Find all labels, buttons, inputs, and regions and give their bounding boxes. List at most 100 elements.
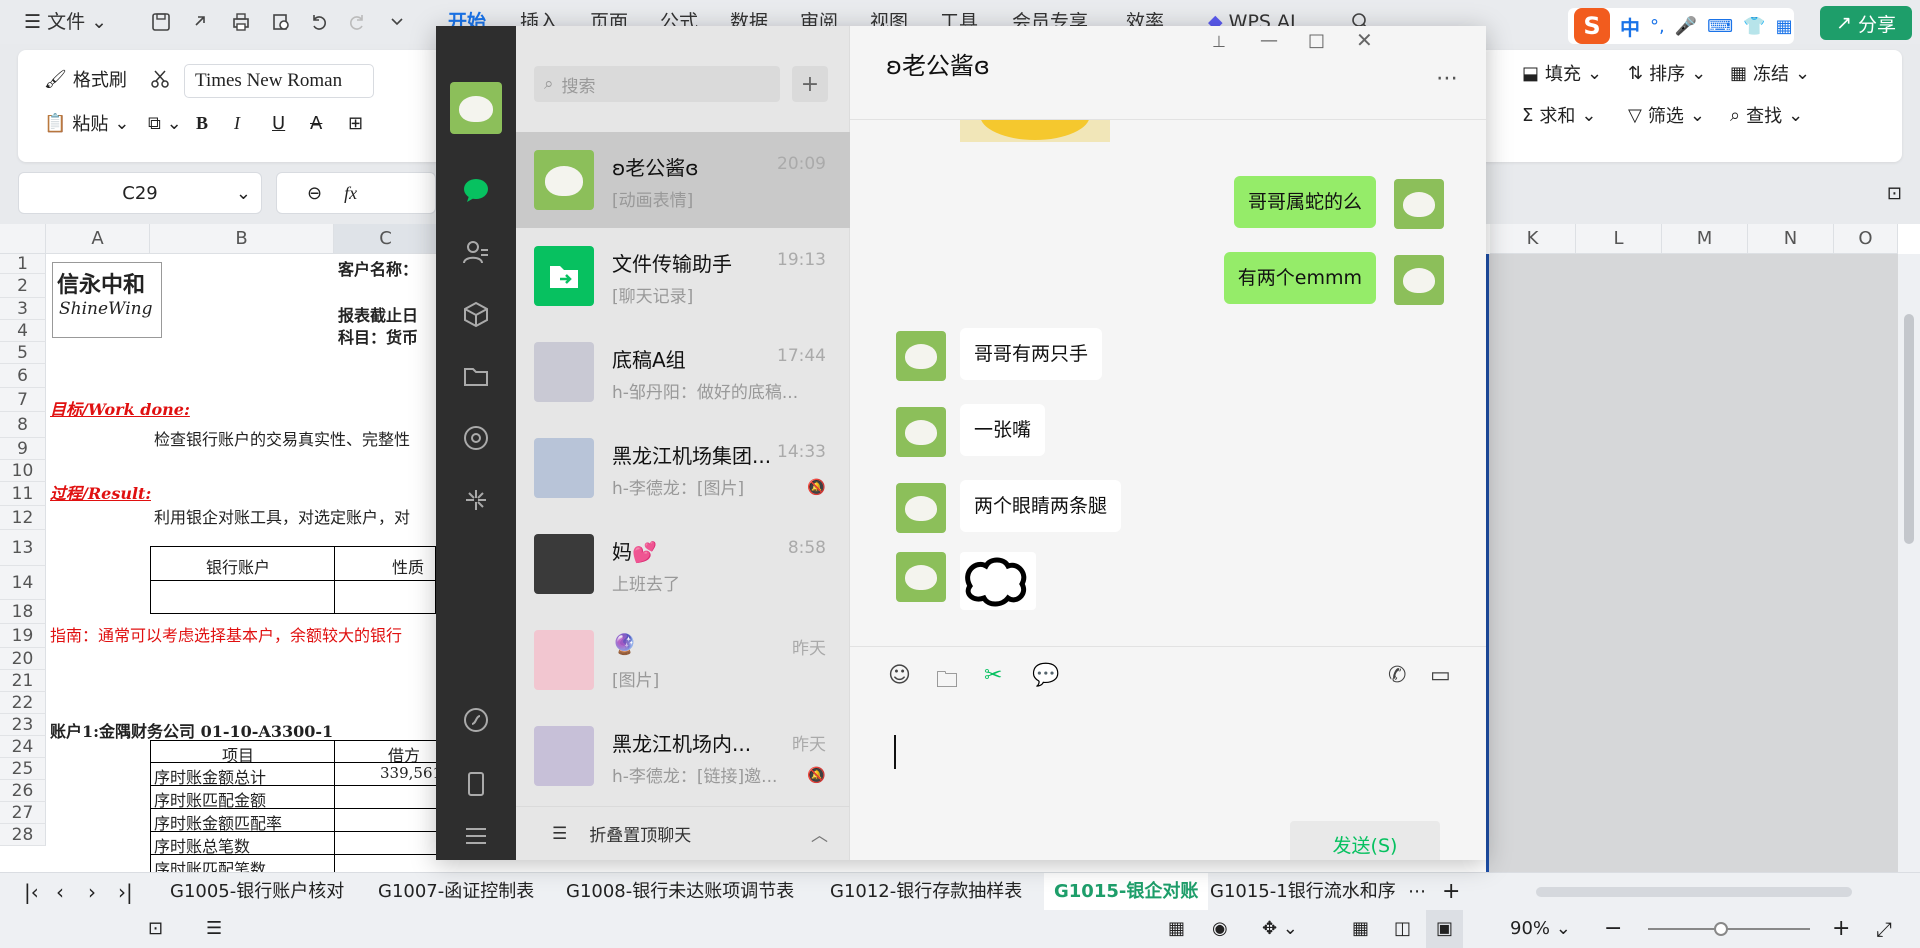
mini-program-icon[interactable]: [458, 482, 494, 518]
sheet-tab[interactable]: G1008-银行未达账项调节表: [556, 873, 804, 911]
row-header[interactable]: 21: [0, 670, 46, 692]
notes-icon[interactable]: ☰: [196, 910, 232, 948]
conversation-item[interactable]: 文件传输助手 19:13 [聊天记录]: [516, 228, 850, 324]
eye-icon[interactable]: ◉: [1202, 910, 1238, 948]
format-painter-button[interactable]: 🖌 格式刷: [44, 64, 127, 94]
row-header[interactable]: 9: [0, 438, 46, 460]
sheet-tab[interactable]: G1012-银行存款抽样表: [820, 873, 1032, 911]
row-header[interactable]: 26: [0, 780, 46, 802]
folder-icon[interactable]: [458, 358, 494, 394]
sheet-tab[interactable]: G1015-1银行流水和序: [1200, 873, 1396, 911]
horizontal-scrollbar[interactable]: [1536, 887, 1852, 897]
paste-button[interactable]: 📋 粘贴 ⌄: [44, 108, 130, 138]
column-header[interactable]: B: [150, 224, 334, 254]
contact-avatar[interactable]: [896, 331, 946, 381]
screenshot-icon[interactable]: ✂: [984, 663, 1002, 688]
sheet-tab[interactable]: G1005-银行账户核对: [160, 873, 354, 911]
page-break-view-icon[interactable]: ▣: [1426, 910, 1464, 948]
italic-button[interactable]: I: [234, 108, 240, 138]
sent-message[interactable]: 哥哥属蛇的么: [1233, 176, 1376, 228]
voice-call-icon[interactable]: ✆: [1388, 663, 1406, 688]
column-header[interactable]: K: [1490, 224, 1576, 254]
print-icon[interactable]: [228, 9, 254, 35]
sheet-tab[interactable]: G1007-函证控制表: [368, 873, 544, 911]
row-header[interactable]: 27: [0, 802, 46, 824]
more-chevron-icon[interactable]: [384, 9, 410, 35]
copy-button[interactable]: ⧉ ⌄: [148, 108, 182, 138]
underline-button[interactable]: U: [272, 108, 285, 138]
fold-pinned-bar[interactable]: ☰ 折叠置顶聊天 ︿: [516, 806, 850, 860]
maximize-icon[interactable]: □: [1308, 30, 1325, 51]
first-sheet-icon[interactable]: |‹: [14, 873, 49, 911]
chat-icon[interactable]: [458, 172, 494, 208]
column-header[interactable]: C: [334, 224, 438, 254]
link-icon[interactable]: [188, 9, 214, 35]
row-header[interactable]: 4: [0, 320, 46, 342]
send-button[interactable]: 发送(S): [1290, 821, 1440, 860]
menu-icon[interactable]: [458, 818, 494, 854]
more-options-icon[interactable]: ⋯: [1436, 66, 1458, 91]
formula-expand-icon[interactable]: ⊡: [1818, 172, 1902, 214]
strikethrough-button[interactable]: A: [310, 108, 322, 138]
sort-button[interactable]: ⇅ 排序 ⌄: [1628, 58, 1706, 88]
column-header[interactable]: N: [1748, 224, 1834, 254]
row-header[interactable]: 28: [0, 824, 46, 846]
zoom-in-icon[interactable]: +: [1822, 910, 1860, 948]
row-header[interactable]: 11: [0, 482, 46, 506]
conversation-item[interactable]: ʚ老公酱ɞ 20:09 [动画表情]: [516, 132, 850, 228]
sent-message[interactable]: 有两个emmm: [1223, 252, 1376, 304]
row-header[interactable]: 24: [0, 736, 46, 758]
row-header[interactable]: 8: [0, 412, 46, 438]
cut-icon[interactable]: [148, 64, 172, 94]
sum-button[interactable]: Σ 求和 ⌄: [1522, 100, 1596, 130]
row-header[interactable]: 25: [0, 758, 46, 780]
next-sheet-icon[interactable]: ›: [78, 873, 106, 911]
row-header[interactable]: 10: [0, 460, 46, 482]
keyboard-icon[interactable]: ⌨: [1707, 16, 1733, 37]
ime-lang[interactable]: 中: [1620, 12, 1640, 41]
filter-button[interactable]: ▽ 筛选 ⌄: [1628, 100, 1705, 130]
freeze-button[interactable]: ▦ 冻结 ⌄: [1730, 58, 1810, 88]
ime-punct[interactable]: °,: [1650, 16, 1665, 37]
name-box[interactable]: C29 ⌄: [18, 172, 262, 214]
prev-sheet-icon[interactable]: ‹: [46, 873, 74, 911]
share-button[interactable]: ↗ 分享: [1820, 6, 1912, 40]
fullscreen-icon[interactable]: ⤢: [1866, 910, 1902, 948]
received-message[interactable]: 一张嘴: [960, 404, 1046, 456]
zoom-out-icon[interactable]: −: [1594, 910, 1632, 948]
close-icon[interactable]: ✕: [1356, 28, 1373, 52]
column-header[interactable]: A: [46, 224, 150, 254]
contact-avatar[interactable]: [896, 552, 946, 602]
contact-avatar[interactable]: [896, 483, 946, 533]
column-header[interactable]: M: [1662, 224, 1748, 254]
minimize-icon[interactable]: —: [1260, 30, 1278, 51]
message-input[interactable]: [850, 707, 1486, 791]
ime-toolbar[interactable]: S 中 °, 🎤 ⌨ 👕 ▦: [1568, 8, 1794, 44]
my-avatar[interactable]: [1394, 179, 1444, 229]
search-box[interactable]: ⌕ 搜索: [534, 66, 780, 102]
sticker-image-partial[interactable]: [960, 120, 1110, 142]
page-layout-icon[interactable]: ◫: [1384, 910, 1421, 948]
add-sheet-icon[interactable]: +: [1432, 873, 1470, 911]
emoji-icon[interactable]: ☺: [888, 663, 911, 688]
more-sheets-icon[interactable]: ⋯: [1398, 873, 1436, 911]
row-header[interactable]: 23: [0, 714, 46, 736]
find-button[interactable]: ⌕ 查找 ⌄: [1730, 100, 1803, 130]
moments-icon[interactable]: [458, 420, 494, 456]
row-header[interactable]: 5: [0, 342, 46, 364]
conversation-item[interactable]: 底稿A组 17:44 h-邹丹阳：做好的底稿...: [516, 324, 850, 420]
favorites-icon[interactable]: [458, 296, 494, 332]
row-header[interactable]: 12: [0, 506, 46, 530]
row-header[interactable]: 1: [0, 254, 46, 274]
last-sheet-icon[interactable]: ›|: [108, 873, 143, 911]
microphone-icon[interactable]: 🎤: [1675, 16, 1697, 37]
zoom-slider-thumb[interactable]: [1714, 922, 1728, 936]
macro-icon[interactable]: ⊡: [138, 910, 173, 948]
scroll-thumb[interactable]: [1904, 314, 1914, 544]
font-name-select[interactable]: Times New Roman: [184, 64, 374, 98]
add-chat-icon[interactable]: +: [792, 66, 828, 102]
row-header[interactable]: 18: [0, 600, 46, 624]
select-all-corner[interactable]: [0, 224, 46, 254]
table-view-icon[interactable]: ▦: [1158, 910, 1195, 948]
zoom-formula-icon[interactable]: ⊖: [307, 183, 322, 204]
